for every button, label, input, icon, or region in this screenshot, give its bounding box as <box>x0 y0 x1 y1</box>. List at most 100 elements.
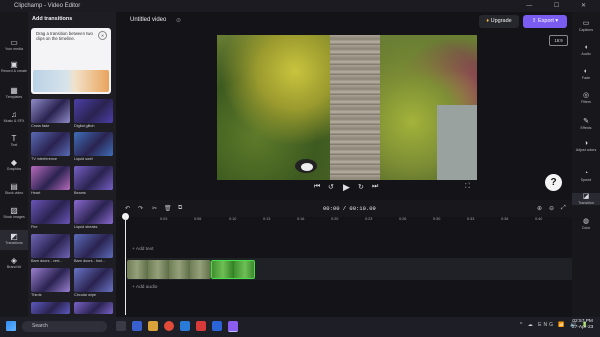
help-button[interactable]: ? <box>545 174 562 191</box>
skip-forward-icon[interactable]: ⏭ <box>372 183 378 191</box>
tip-illustration <box>33 70 109 92</box>
transition-thumb[interactable] <box>74 99 113 123</box>
nav-transitions[interactable]: ◩ Transitions <box>0 230 28 250</box>
chat-icon[interactable] <box>132 321 142 331</box>
transition-thumb[interactable] <box>74 302 113 314</box>
nav-your-media[interactable]: ▭ Your media <box>0 38 28 51</box>
rnav-transition[interactable]: ◪ Transition <box>572 193 600 205</box>
app-title: Clipchamp - Video Editor <box>14 3 81 9</box>
chevron-down-icon: ▾ <box>553 18 559 24</box>
playback-controls: ⏮ ↺ ▶ ↻ ⏭ <box>310 182 385 193</box>
video-clip[interactable] <box>127 260 211 279</box>
transition-thumb[interactable] <box>31 302 70 314</box>
nav-music-sfx[interactable]: ♫ Music & SFX <box>0 110 28 123</box>
nav-templates[interactable]: ▦ Templates <box>0 86 28 99</box>
fit-timeline-icon[interactable]: ⤢ <box>561 205 566 212</box>
ruler-tick: 0:13 <box>263 217 271 221</box>
nav-label: Record & create <box>1 69 27 73</box>
transition-thumb[interactable] <box>31 99 70 123</box>
rnav-effects[interactable]: ✎ Effects <box>572 118 600 130</box>
playhead[interactable] <box>125 215 126 315</box>
transition-thumb[interactable] <box>31 268 70 292</box>
delete-icon[interactable]: 🗑 <box>164 205 172 212</box>
nav-label: Brand kit <box>6 265 22 269</box>
transition-label: Cross fade <box>31 124 50 128</box>
export-button[interactable]: ⇪ Export ▾ <box>523 15 567 28</box>
nav-label: Your media <box>4 47 24 51</box>
video-clip-selected[interactable] <box>211 260 255 279</box>
skip-back-icon[interactable]: ⏮ <box>314 183 320 191</box>
rnav-label: Captions <box>578 28 594 32</box>
taskbar-search[interactable]: Search <box>22 321 107 332</box>
rnav-captions[interactable]: ▭ Captions <box>572 20 600 32</box>
rnav-label: Effects <box>580 126 592 130</box>
taskbar-clock[interactable]: 02:57 PM 27-Apr-23 <box>572 319 593 331</box>
zoom-in-icon[interactable]: ⊕ <box>537 205 542 212</box>
word-icon[interactable] <box>212 321 222 331</box>
rnav-label: Transition <box>578 201 594 205</box>
export-label: Export <box>537 18 554 24</box>
transition-thumb[interactable] <box>74 132 113 156</box>
rnav-adjust-colors[interactable]: ◑ Adjust colors <box>572 140 600 152</box>
timeline-ruler[interactable]: 0 0:03 0:06 0:10 0:13 0:16 0:20 0:23 0:2… <box>116 217 572 225</box>
ruler-tick: 0:33 <box>467 217 475 221</box>
project-name[interactable]: Untitled video <box>130 17 166 23</box>
clipchamp-taskbar-icon[interactable] <box>228 321 238 332</box>
fullscreen-icon[interactable]: ⛶ <box>465 183 470 191</box>
split-icon[interactable]: ✂ <box>152 205 157 212</box>
preview-bird-belly <box>301 163 313 171</box>
rnav-audio[interactable]: ◖ Audio <box>572 44 600 56</box>
transition-thumb[interactable] <box>31 234 70 258</box>
transition-label: Digital glitch <box>74 124 95 128</box>
transition-thumb[interactable] <box>31 166 70 190</box>
app-icon[interactable] <box>196 321 206 331</box>
add-audio-track[interactable]: + Add audio <box>132 285 157 290</box>
windows-start-icon[interactable] <box>6 321 16 331</box>
transition-thumb[interactable] <box>74 166 113 190</box>
duplicate-icon[interactable]: ⧉ <box>178 205 182 212</box>
panel-title: Add transitions <box>32 16 73 22</box>
nav-stock-video[interactable]: ▤ Stock video <box>0 182 28 195</box>
transition-thumb[interactable] <box>74 268 113 292</box>
video-preview[interactable] <box>217 35 477 180</box>
nav-brand-kit[interactable]: ◈ Brand kit <box>0 256 28 269</box>
nav-label: Templates <box>5 95 23 99</box>
rnav-color[interactable]: ◍ Color <box>572 218 600 230</box>
rnav-filters[interactable]: ◎ Filters <box>572 92 600 104</box>
nav-record-create[interactable]: ▣ Record & create <box>0 60 28 73</box>
file-explorer-icon[interactable] <box>148 321 158 331</box>
rnav-speed[interactable]: ◔ Speed <box>572 170 600 182</box>
forward-5s-icon[interactable]: ↻ <box>358 183 364 191</box>
camera-icon: ▣ <box>10 60 18 69</box>
store-icon[interactable] <box>180 321 190 331</box>
task-view-icon[interactable] <box>116 321 126 331</box>
filters-icon: ◎ <box>582 92 590 99</box>
chrome-icon[interactable] <box>164 321 174 331</box>
cloud-off-icon: ⊘ <box>176 18 182 24</box>
transition-thumb[interactable] <box>31 132 70 156</box>
nav-graphics[interactable]: ◆ Graphics <box>0 158 28 171</box>
nav-text[interactable]: T Text <box>0 134 28 147</box>
transition-thumb[interactable] <box>74 234 113 258</box>
aspect-ratio-button[interactable]: 16:9 <box>549 35 568 46</box>
rnav-fade[interactable]: ◐ Fade <box>572 68 600 80</box>
ruler-tick: 0:20 <box>331 217 339 221</box>
transition-thumb[interactable] <box>74 200 113 224</box>
transition-thumb[interactable] <box>31 200 70 224</box>
ruler-tick: 0:26 <box>399 217 407 221</box>
window-controls[interactable]: — ☐ ✕ <box>526 0 596 12</box>
transition-label: Barn doors - vert... <box>31 259 63 263</box>
upgrade-button[interactable]: ♦ Upgrade <box>479 15 519 28</box>
graphics-icon: ◆ <box>10 158 18 167</box>
rewind-5s-icon[interactable]: ↺ <box>328 183 334 191</box>
color-icon: ◍ <box>582 218 590 225</box>
redo-icon[interactable]: ↷ <box>138 205 143 212</box>
audio-icon: ◖ <box>583 44 589 51</box>
undo-icon[interactable]: ↶ <box>125 205 130 212</box>
zoom-out-icon[interactable]: ⊖ <box>549 205 554 212</box>
play-icon[interactable]: ▶ <box>343 182 350 193</box>
nav-stock-images[interactable]: ▨ Stock images <box>0 206 28 219</box>
close-icon[interactable]: ✕ <box>98 31 107 40</box>
add-text-track[interactable]: + Add text <box>132 247 153 252</box>
transition-label: TV interference <box>31 157 57 161</box>
